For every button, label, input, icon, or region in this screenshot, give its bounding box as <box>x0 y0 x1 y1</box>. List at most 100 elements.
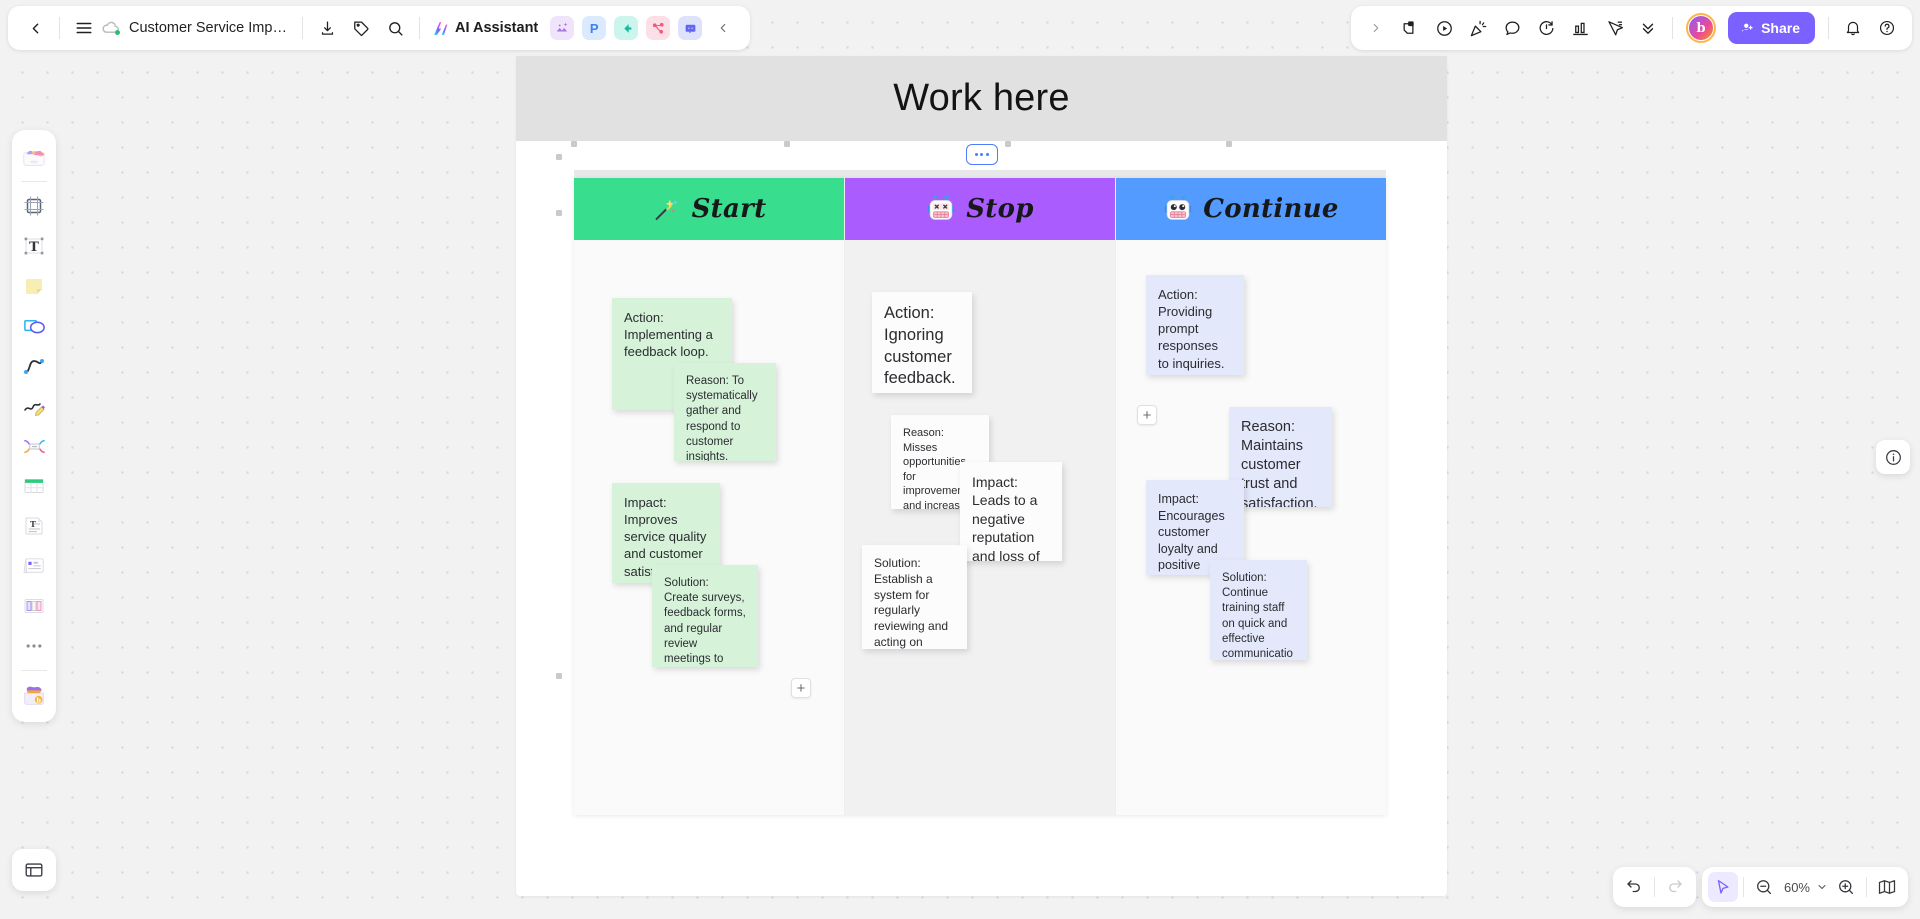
frame-title: Work here <box>893 77 1070 119</box>
canvas-layers-button[interactable] <box>12 849 56 891</box>
zoom-dropdown-chevron-icon[interactable] <box>1813 872 1831 902</box>
add-row-button[interactable]: + <box>791 678 811 698</box>
cursor-share-tool-button[interactable] <box>1597 11 1631 45</box>
note-start-solution[interactable]: Solution: Create surveys, feedback forms… <box>652 565 758 667</box>
zoom-out-button[interactable] <box>1749 872 1779 902</box>
selection-handle[interactable] <box>1226 141 1232 147</box>
chart-tool-button[interactable] <box>1563 11 1597 45</box>
minimap-button[interactable] <box>1872 872 1902 902</box>
note-continue-action[interactable]: Action: Providing prompt responses to in… <box>1146 275 1244 375</box>
menu-button[interactable] <box>67 11 101 45</box>
download-button[interactable] <box>310 11 344 45</box>
undo-button[interactable] <box>1619 872 1649 902</box>
divider <box>1828 17 1829 39</box>
mindmap-applet-button[interactable] <box>614 16 639 40</box>
note-stop-solution[interactable]: Solution: Establish a system for regular… <box>862 545 967 649</box>
board-frame: Work here Start Action: Implementing a f… <box>516 56 1447 896</box>
flowchart-applet-button[interactable] <box>646 16 671 40</box>
more-chevrons-button[interactable] <box>1631 11 1665 45</box>
board-info-button[interactable] <box>1876 440 1910 474</box>
connector-tool[interactable] <box>17 347 51 385</box>
ai-sparkle-icon <box>431 19 450 38</box>
comment-tool-button[interactable] <box>1495 11 1529 45</box>
avatar-initial: b <box>1689 16 1714 40</box>
help-button[interactable] <box>1870 11 1904 45</box>
frame-tool[interactable] <box>17 187 51 225</box>
zoom-toolbar: 60% <box>1701 867 1908 907</box>
notifications-button[interactable] <box>1836 11 1870 45</box>
tag-button[interactable] <box>344 11 378 45</box>
note-stop-impact[interactable]: Impact: Leads to a negative reputation a… <box>960 462 1062 561</box>
divider <box>302 17 303 39</box>
kanban-tool[interactable] <box>17 587 51 625</box>
shapes-tool[interactable] <box>17 307 51 345</box>
expand-tools-button[interactable] <box>1359 11 1393 45</box>
search-button[interactable] <box>378 11 412 45</box>
collapse-applets-button[interactable] <box>706 11 740 45</box>
svg-text:T: T <box>29 240 39 255</box>
sticky-note-tool[interactable] <box>17 267 51 305</box>
text-tool[interactable]: T <box>17 227 51 265</box>
templates-tool[interactable] <box>17 138 51 176</box>
divider <box>21 181 47 182</box>
presentation-applet-button[interactable]: P <box>582 16 607 40</box>
avatar[interactable]: b <box>1686 13 1717 43</box>
pen-tool[interactable] <box>17 387 51 425</box>
divider <box>1866 877 1867 897</box>
column-title-stop: Stop <box>966 194 1034 224</box>
frame-options-button[interactable] <box>965 144 998 165</box>
selection-handle[interactable] <box>556 210 562 216</box>
image-applet-button[interactable] <box>550 16 575 40</box>
column-continue: Continue Action: Providing prompt respon… <box>1115 178 1386 815</box>
celebrate-tool-button[interactable] <box>1461 11 1495 45</box>
column-header-stop[interactable]: Stop <box>845 178 1115 240</box>
retro-board: Start Action: Implementing a feedback lo… <box>574 178 1386 815</box>
selection-handle[interactable] <box>784 141 790 147</box>
happy-robot-emoji <box>1163 194 1193 224</box>
redo-button[interactable] <box>1660 872 1690 902</box>
card-tool[interactable] <box>17 547 51 585</box>
ai-assistant-button[interactable]: AI Assistant <box>427 11 546 45</box>
zoom-level-value[interactable]: 60% <box>1779 880 1813 895</box>
selection-handle[interactable] <box>556 673 562 679</box>
divider <box>21 670 47 671</box>
column-body-start: Action: Implementing a feedback loop. Re… <box>574 240 844 815</box>
selection-handle[interactable] <box>571 141 577 147</box>
column-header-continue[interactable]: Continue <box>1116 178 1386 240</box>
divider <box>59 17 60 39</box>
sticky-note-tool-button[interactable] <box>1393 11 1427 45</box>
select-cursor-button[interactable] <box>1707 872 1738 902</box>
media-play-tool-button[interactable] <box>1427 11 1461 45</box>
note-continue-solution[interactable]: Solution: Continue training staff on qui… <box>1210 560 1307 660</box>
table-tool[interactable] <box>17 467 51 505</box>
document-tool[interactable]: T <box>17 507 51 545</box>
ai-assistant-label: AI Assistant <box>455 20 539 36</box>
board-title[interactable]: Customer Service Impro... <box>125 20 295 36</box>
back-button[interactable] <box>18 11 52 45</box>
comment-applet-button[interactable] <box>678 16 703 40</box>
note-stop-action[interactable]: Action: Ignoring customer feedback. <box>872 292 972 393</box>
more-tools-button[interactable] <box>17 627 51 665</box>
svg-text:b: b <box>36 697 41 705</box>
divider <box>1742 877 1744 897</box>
divider <box>1672 17 1674 39</box>
selection-handle[interactable] <box>1005 141 1011 147</box>
share-button[interactable]: Share <box>1728 12 1815 44</box>
left-toolbar: T T b <box>12 130 56 722</box>
mindmap-tool[interactable] <box>17 427 51 465</box>
selection-handle[interactable] <box>556 154 562 160</box>
zoom-in-button[interactable] <box>1831 872 1861 902</box>
upload-tool[interactable]: b <box>17 676 51 714</box>
column-header-start[interactable]: Start <box>574 178 844 240</box>
frame-header: Work here <box>516 56 1447 141</box>
timer-tool-button[interactable] <box>1529 11 1563 45</box>
note-continue-reason[interactable]: Reason: Maintains customer trust and sat… <box>1229 407 1332 507</box>
note-start-reason[interactable]: Reason: To systematically gather and res… <box>674 363 776 461</box>
magic-wand-emoji <box>652 194 682 224</box>
column-title-start: Start <box>691 194 767 224</box>
cloud-sync-icon <box>101 18 121 38</box>
divider <box>419 17 420 39</box>
divider <box>1654 877 1655 897</box>
column-body-continue: Action: Providing prompt responses to in… <box>1116 240 1386 815</box>
add-column-button[interactable]: + <box>1137 405 1157 425</box>
